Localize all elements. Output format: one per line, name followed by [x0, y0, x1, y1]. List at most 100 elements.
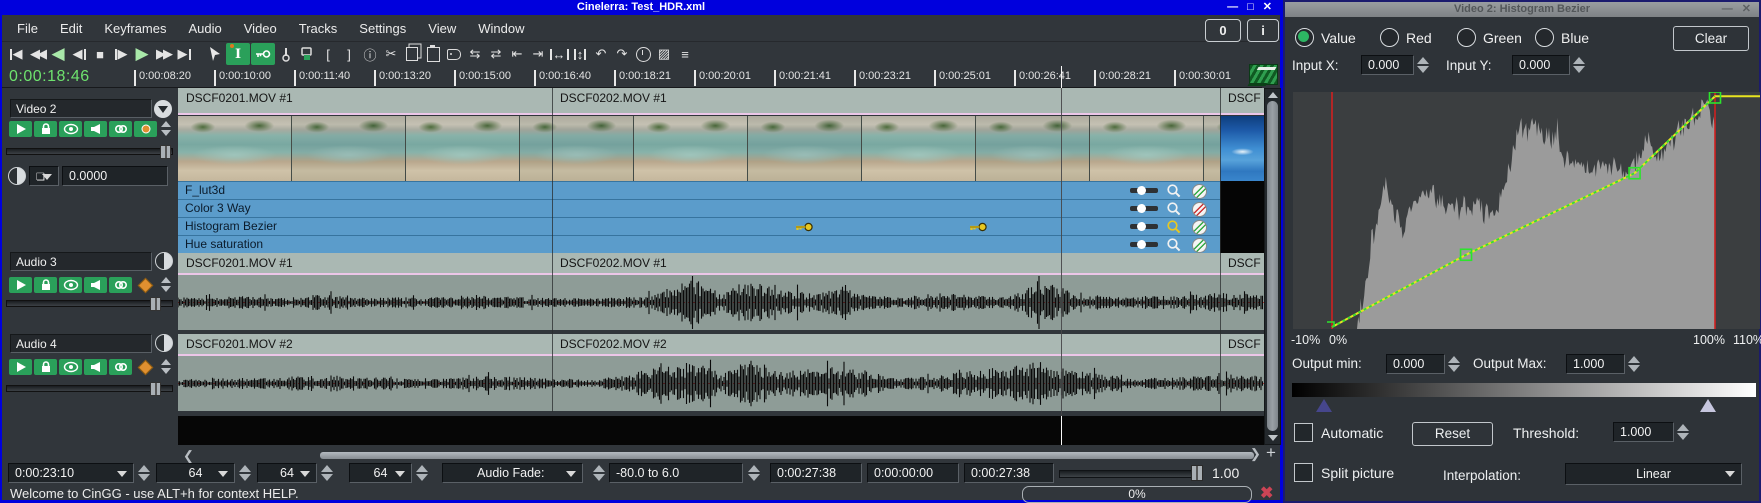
render-preview-icon[interactable]: ▨ [654, 43, 674, 65]
audio3-fader[interactable] [6, 300, 173, 307]
effect-magnifier-icon[interactable] [1166, 201, 1182, 217]
out-point-icon[interactable]: ] [339, 43, 359, 65]
scroll-down-icon[interactable] [1268, 435, 1278, 441]
paste-icon[interactable] [423, 43, 443, 65]
video-thumbnails[interactable] [178, 116, 1264, 181]
overlay-mode-dropdown[interactable]: ❏ [29, 166, 59, 186]
play-icon[interactable] [9, 277, 32, 293]
audio4-master-dot[interactable] [138, 360, 154, 376]
overlay-count-button[interactable]: 0 [1205, 19, 1241, 42]
draw-eye-icon[interactable] [59, 121, 82, 137]
frame-reverse-icon[interactable]: ◀ [69, 43, 89, 65]
fit-autos-icon[interactable]: ↕ [570, 43, 590, 65]
close-icon[interactable]: ✕ [1742, 2, 1751, 17]
label-icon[interactable] [444, 43, 464, 65]
clear-button[interactable]: Clear [1673, 26, 1749, 51]
vscroll-thumb[interactable] [1267, 101, 1278, 431]
next-label-icon[interactable]: ⇄ [486, 43, 506, 65]
gang-slider[interactable] [1059, 470, 1193, 478]
track-height-dropdown[interactable]: 64 [349, 463, 412, 483]
autos-range-field[interactable]: -80.0 to 6.0 [609, 463, 743, 483]
sample-zoom-dropdown[interactable]: 64 [156, 463, 235, 483]
redo-icon[interactable]: ↷ [612, 43, 632, 65]
audio4-waveform[interactable] [178, 356, 1264, 411]
minimize-icon[interactable]: — [1227, 0, 1238, 15]
audio3-resize-arrows[interactable] [161, 277, 171, 292]
duration-spinner[interactable] [137, 463, 151, 483]
effect-magnifier-icon[interactable] [1166, 219, 1182, 235]
fast-forward-icon[interactable]: ▶▶ [153, 43, 173, 65]
automatic-checkbox[interactable] [1294, 423, 1313, 442]
selection-end-field[interactable]: 0:00:27:38 [964, 463, 1054, 483]
effect-slider-icon[interactable] [1130, 206, 1158, 211]
effect-row-color-3-way[interactable]: Color 3 Way [178, 199, 1220, 217]
minimize-icon[interactable]: — [1722, 2, 1733, 17]
scroll-left-icon[interactable]: ❮ [183, 448, 194, 464]
channel-radio-blue[interactable]: Blue [1535, 28, 1589, 47]
menu-file[interactable]: File [6, 21, 49, 36]
output-max-spinner[interactable] [1627, 354, 1641, 374]
channel-radio-red[interactable]: Red [1380, 28, 1432, 47]
draw-eye-icon[interactable] [59, 359, 82, 375]
menu-audio[interactable]: Audio [178, 21, 233, 36]
interpolation-dropdown[interactable]: Linear [1565, 463, 1742, 485]
next-edit-icon[interactable]: ⇥ [528, 43, 548, 65]
output-max-field[interactable]: 1.000 [1566, 354, 1625, 374]
menu-keyframes[interactable]: Keyframes [93, 21, 177, 36]
channel-radio-value[interactable]: Value [1295, 28, 1356, 47]
cut-icon[interactable]: ✂ [381, 43, 401, 65]
audio3-labelbar[interactable]: DSCF0201.MOV #1DSCF0202.MOV #1DSCF [178, 253, 1264, 275]
scroll-up-icon[interactable] [1268, 92, 1278, 98]
goto-start-icon[interactable]: ◀ [6, 43, 26, 65]
menu-tracks[interactable]: Tracks [288, 21, 349, 36]
stop-icon[interactable]: ■ [90, 43, 110, 65]
menu-edit[interactable]: Edit [49, 21, 93, 36]
preferences-icon[interactable]: ≡ [675, 43, 695, 65]
output-min-spinner[interactable] [1447, 354, 1461, 374]
track-expand-button[interactable] [154, 100, 172, 118]
arm-lock-icon[interactable] [34, 121, 57, 137]
play-icon[interactable] [9, 359, 32, 375]
gang-slider-handle[interactable] [1191, 465, 1203, 481]
fit-selection-icon[interactable]: ↔ [549, 43, 569, 65]
input-x-spinner[interactable] [1416, 55, 1430, 75]
manual-goto-icon[interactable] [633, 43, 653, 65]
info-button[interactable]: i [1247, 19, 1279, 42]
threshold-field[interactable]: 1.000 [1613, 422, 1674, 442]
play-forward-icon[interactable]: ▶ [132, 43, 152, 65]
sample-zoom-spinner[interactable] [238, 463, 252, 483]
autos-spinner[interactable] [592, 463, 606, 483]
menu-video[interactable]: Video [233, 21, 288, 36]
duration-dropdown[interactable]: 0:00:23:10 [8, 463, 134, 483]
record-dot-icon[interactable] [134, 121, 157, 137]
play-icon[interactable] [9, 121, 32, 137]
video2-fade-value[interactable]: 0.0000 [62, 166, 168, 186]
split-picture-checkbox[interactable] [1294, 463, 1313, 482]
main-titlebar[interactable]: Cinelerra: Test_HDR.xml — □ ✕ [2, 0, 1280, 15]
effect-magnifier-icon[interactable] [1166, 237, 1182, 253]
gang-link-icon[interactable] [109, 121, 132, 137]
input-y-field[interactable]: 0.000 [1512, 55, 1570, 75]
menu-window[interactable]: Window [467, 21, 535, 36]
keyframe-key-icon[interactable] [794, 221, 814, 233]
in-point-icon[interactable]: [ [318, 43, 338, 65]
effect-magnifier-icon[interactable] [1166, 183, 1182, 199]
menu-view[interactable]: View [417, 21, 467, 36]
maximize-icon[interactable]: □ [1247, 0, 1254, 15]
effect-enable-icon[interactable] [1192, 238, 1207, 253]
cancel-operation-icon[interactable]: ✖ [1260, 483, 1273, 503]
selection-start-field[interactable]: 0:00:27:38 [770, 463, 862, 483]
selection-length-field[interactable]: 0:00:00:00 [867, 463, 959, 483]
arrow-mode-icon[interactable] [205, 43, 225, 65]
audio4-fader[interactable] [6, 385, 173, 392]
arm-lock-icon[interactable] [34, 277, 57, 293]
keyframe-key-icon[interactable] [968, 221, 988, 233]
mute-speaker-icon[interactable] [84, 121, 107, 137]
span-keyframe-icon[interactable] [276, 43, 296, 65]
track-title-audio3[interactable]: Audio 3 [10, 252, 152, 271]
amplitude-dropdown[interactable]: 64 [257, 463, 317, 483]
video2-mixer-icon[interactable] [8, 167, 26, 185]
autos-range-spinner[interactable] [747, 463, 761, 483]
scroll-right-icon[interactable]: ❯ [1250, 446, 1261, 462]
keyframe-mode-icon[interactable] [251, 43, 275, 65]
